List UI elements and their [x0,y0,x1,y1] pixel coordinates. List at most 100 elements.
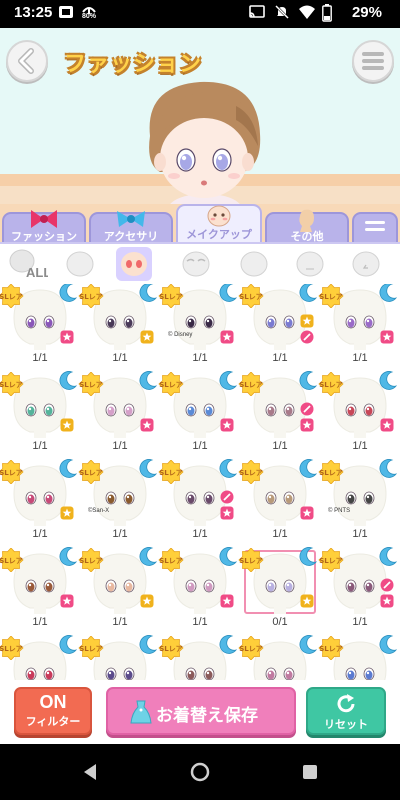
square-recents-icon[interactable] [300,762,320,786]
rarity-label: SLレア [319,381,343,389]
rarity-badge: SLレア [158,372,184,396]
status-time: 13:25 [14,4,53,21]
pink-star-icon [380,418,394,432]
rarity-badge: SLレア [318,372,344,396]
subfilter-nose[interactable] [348,247,384,281]
makeup-item[interactable]: SLレア [0,635,80,680]
makeup-item[interactable]: SLレア 1/1 [78,284,160,372]
makeup-item[interactable]: SLレア 1/1 [0,371,80,460]
rarity-badge: SLレア [238,372,264,396]
makeup-item[interactable]: SLレア 1/1 [318,547,400,636]
rarity-badge: SLレア [318,460,344,484]
makeup-item[interactable]: SLレア 1/1 [158,371,240,460]
makeup-item[interactable]: SLレア 1/1 [238,371,320,460]
back-button[interactable] [6,40,48,82]
save-outfit-button[interactable]: お着替え保存 [106,687,296,735]
rarity-badge: SLレア [238,548,264,572]
item-count: 1/1 [192,440,208,452]
refresh-icon [337,694,355,713]
makeup-item[interactable]: SLレア 1/1 [0,547,80,636]
moon-icon [219,284,238,302]
subfilter-all[interactable]: ALL [6,247,51,281]
moon-icon [139,459,158,478]
pink-star-icon [380,330,394,344]
makeup-item[interactable]: SLレア 1/1 [318,284,400,372]
rarity-badge: SLレア [78,372,104,396]
pink-star-icon [220,506,234,520]
subfilter-eyes[interactable] [116,247,152,281]
menu-button[interactable] [352,40,394,82]
rarity-label: SLレア [159,293,183,301]
makeup-item[interactable]: SLレア © Disney 1/1 [158,284,240,372]
makeup-item[interactable]: SLレア ©San-X 1/1 [78,459,160,548]
subfilter-base[interactable] [62,247,98,281]
item-count: 1/1 [112,352,128,364]
battery-icon [322,4,332,26]
makeup-item[interactable]: SLレア 1/1 [318,371,400,460]
tab-accessory[interactable]: アクセサリ [89,211,173,244]
makeup-item[interactable]: SLレア [318,635,400,680]
tab-list[interactable] [352,212,398,244]
item-count: 1/1 [272,440,288,452]
chevron-left-icon [18,48,34,74]
reset-button[interactable]: リセット [306,687,386,735]
filter-state: ON [39,692,67,712]
subfilter-cheek[interactable] [236,247,272,281]
makeup-item[interactable]: SLレア 1/1 [0,459,80,548]
status-bar: 13:25 80% 29% [0,0,400,28]
rarity-label: SLレア [79,557,103,565]
makeup-item[interactable]: SLレア 1/1 [0,284,80,372]
rarity-label: SLレア [239,381,263,389]
rarity-label: SLレア [79,293,103,301]
moon-icon [219,371,238,390]
rarity-badge: SLレア [0,636,24,660]
subfilter-mouth[interactable] [292,247,328,281]
rarity-label: SLレア [319,469,343,477]
battery-percent: 29% [351,4,382,21]
makeup-item[interactable]: SLレア [78,635,160,680]
tab-makeup[interactable]: メイクアップ [176,204,262,244]
rarity-badge: SLレア [0,460,24,484]
rarity-label: SLレア [239,557,263,565]
makeup-item[interactable]: SLレア 1/1 [78,371,160,460]
ribbon-icon [27,208,61,233]
rarity-label: SLレア [159,469,183,477]
moon-icon [299,371,318,390]
makeup-item[interactable]: SLレア [238,635,320,680]
item-count: 1/1 [192,616,208,628]
triangle-back-icon[interactable] [80,762,100,786]
makeup-item[interactable]: SLレア 1/1 [78,547,160,636]
moon-icon [379,635,398,654]
wifi-icon [298,4,316,24]
rarity-badge: SLレア [158,284,184,308]
subfilter-eyebrows[interactable] [178,247,214,281]
tab-fashion[interactable]: ファッション [2,210,86,244]
makeup-item[interactable]: SLレア 1/1 [238,284,320,372]
circle-home-icon[interactable] [190,762,210,786]
moon-icon [299,284,318,302]
item-grid: SLレア 1/1 SLレア 1/1 SLレア © Disney 1/1 SLレア 1/1 SLレア… [0,284,400,680]
pink-star-icon [60,330,74,344]
pink-star-icon [140,418,154,432]
tab-other[interactable]: その他 [265,209,349,244]
moon-icon [299,547,318,566]
moon-icon [139,547,158,566]
makeup-item[interactable]: SLレア 1/1 [158,459,240,548]
makeup-item[interactable]: SLレア 0/1 [238,547,320,636]
makeup-item[interactable]: SLレア © PNTS 1/1 [318,459,400,548]
filter-toggle-button[interactable]: ON フィルター [14,687,92,735]
save-label: お着替え保存 [156,706,258,726]
item-count: 1/1 [112,528,128,540]
moon-icon [139,635,158,654]
makeup-item[interactable]: SLレア 1/1 [158,547,240,636]
rarity-badge: SLレア [0,548,24,572]
avatar-preview-area: ファッション [0,28,400,210]
makeup-item[interactable]: SLレア 1/1 [238,459,320,548]
makeup-item[interactable]: SLレア [158,635,240,680]
rarity-badge: SLレア [238,636,264,660]
item-count: 1/1 [192,352,208,364]
cast-icon [248,4,266,24]
item-count: 1/1 [352,616,368,628]
rarity-badge: SLレア [0,372,24,396]
moon-icon [59,459,78,478]
